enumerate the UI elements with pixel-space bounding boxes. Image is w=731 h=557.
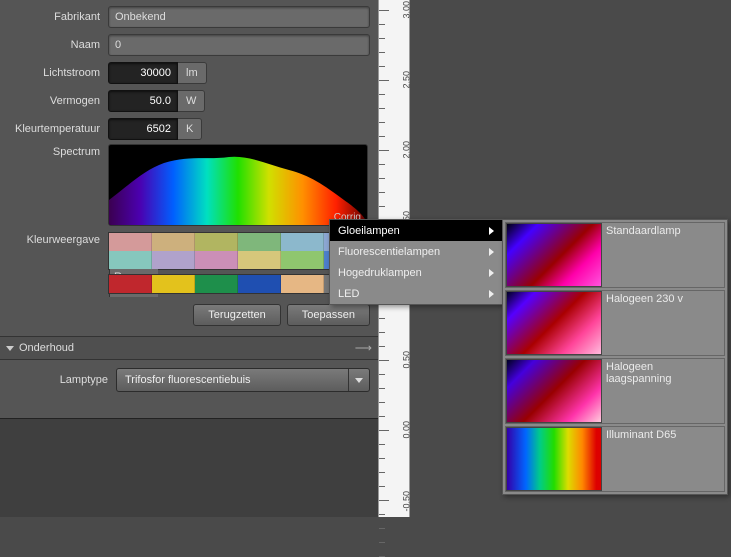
submenu-arrow-icon [489,248,494,256]
preset-label: Halogeen 230 v [602,291,724,355]
preset-spectrum-icon [506,427,602,491]
preset-label: Halogeen laagspanning [602,359,724,423]
unit-vermogen: W [178,90,205,112]
swatch [109,233,152,251]
menu-item[interactable]: Hogedruklampen [330,262,502,283]
pin-icon[interactable]: ⟶ [355,341,372,355]
collapse-icon [6,346,14,351]
swatch [152,233,195,251]
input-kleurtemp[interactable] [108,118,178,140]
unit-kleurtemp: K [178,118,202,140]
swatch [238,275,281,293]
select-lamptype[interactable]: Trifosfor fluorescentiebuis [116,368,370,392]
swatch [109,275,152,293]
unit-lichtstroom: lm [178,62,207,84]
swatch [238,233,281,251]
swatch [109,251,152,269]
swatch [238,251,281,269]
menu-item[interactable]: Fluorescentielampen [330,241,502,262]
dropdown-icon [348,369,369,391]
swatch [195,233,238,251]
row-naam: Naam [0,32,378,58]
preset-label: Standaardlamp [602,223,724,287]
empty-area [0,418,378,517]
input-naam[interactable] [108,34,370,56]
label-lamptype: Lamptype [8,374,116,386]
label-vermogen: Vermogen [0,95,108,107]
swatch [195,275,238,293]
ruler-label: 0.00 [402,421,412,439]
label-kleurtemp: Kleurtemperatuur [0,123,108,135]
ruler-label: 2.00 [402,141,412,159]
row-lichtstroom: Lichtstroom lm [0,60,378,86]
swatch [195,251,238,269]
label-lichtstroom: Lichtstroom [0,67,108,79]
swatch [281,233,324,251]
swatch [281,275,324,293]
row-lamptype: Lamptype Trifosfor fluorescentiebuis [0,360,378,398]
row-kleurtemp: Kleurtemperatuur K [0,116,378,142]
row-vermogen: Vermogen W [0,88,378,114]
menu-item[interactable]: Gloeilampen [330,220,502,241]
label-fabrikant: Fabrikant [0,11,108,23]
spectrum-preview[interactable]: Corrig [108,144,368,226]
input-vermogen[interactable] [108,90,178,112]
input-fabrikant[interactable] [108,6,370,28]
section-onderhoud-header[interactable]: Onderhoud ⟶ [0,336,378,360]
row-fabrikant: Fabrikant [0,4,378,30]
preset-label: Illuminant D65 [602,427,724,491]
ruler-label: 3.00 [402,1,412,19]
lamp-preset[interactable]: Halogeen laagspanning [505,358,725,424]
submenu-arrow-icon [489,290,494,298]
properties-panel: Fabrikant Naam Lichtstroom lm Vermogen W… [0,0,379,517]
button-row: Terugzetten Toepassen [0,298,378,336]
input-lichtstroom[interactable] [108,62,178,84]
preset-spectrum-icon [506,359,602,423]
row-kleurweergave: Kleurweergave Ra 100 [0,232,378,270]
ruler-label: 0.50 [402,351,412,369]
row-colorstrip [0,274,378,294]
form: Fabrikant Naam Lichtstroom lm Vermogen W… [0,0,378,336]
spectrum-svg [109,145,367,225]
submenu-gloeilampen: StandaardlampHalogeen 230 vHalogeen laag… [502,219,728,495]
row-spectrum: Spectrum Corrig [0,144,378,226]
ruler-label: 2.50 [402,71,412,89]
ruler-label: -0.50 [402,491,412,512]
swatch [281,251,324,269]
preset-spectrum-icon [506,223,602,287]
lamp-preset[interactable]: Halogeen 230 v [505,290,725,356]
swatch [152,275,195,293]
label-naam: Naam [0,39,108,51]
label-kleurweergave: Kleurweergave [0,232,108,246]
section-title: Onderhoud [19,342,74,354]
submenu-arrow-icon [489,227,494,235]
apply-button[interactable]: Toepassen [287,304,370,326]
reset-button[interactable]: Terugzetten [193,304,280,326]
lamp-preset[interactable]: Standaardlamp [505,222,725,288]
context-menu: GloeilampenFluorescentielampenHogedrukla… [329,219,503,305]
submenu-arrow-icon [489,269,494,277]
lamp-preset[interactable]: Illuminant D65 [505,426,725,492]
swatch [152,251,195,269]
select-lamptype-value: Trifosfor fluorescentiebuis [125,374,251,386]
menu-item[interactable]: LED [330,283,502,304]
label-spectrum: Spectrum [0,144,108,226]
preset-spectrum-icon [506,291,602,355]
